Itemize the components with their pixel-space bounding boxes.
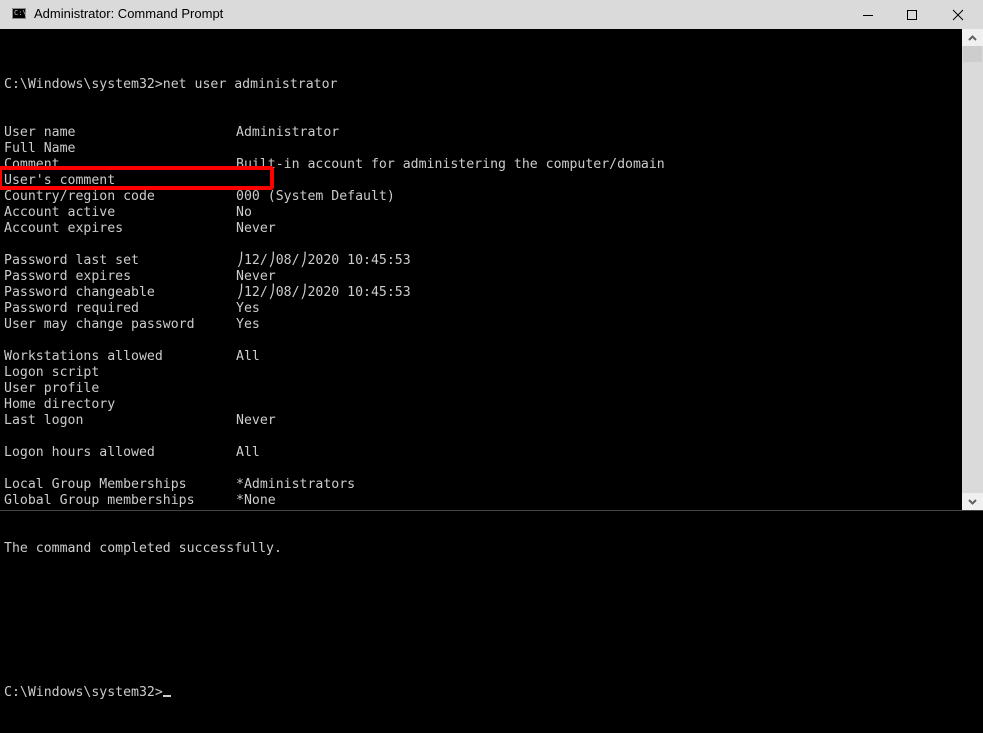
row-label: Password last set xyxy=(4,253,139,268)
row-label: Last logon xyxy=(4,413,84,428)
output-row: User may change password Yes xyxy=(4,317,665,333)
row-label: Password expires xyxy=(4,269,132,284)
output-row: Local Group Memberships *Administrators xyxy=(4,477,665,493)
row-label: Logon hours allowed xyxy=(4,445,155,460)
chevron-up-icon xyxy=(968,34,977,41)
output-row: Password expires Never xyxy=(4,269,665,285)
prompt-line[interactable]: C:\Windows\system32> xyxy=(4,685,665,701)
text-cursor xyxy=(162,695,171,697)
row-label: Workstations allowed xyxy=(4,349,163,364)
title-bar[interactable]: C:\ Administrator: Command Prompt xyxy=(0,0,983,29)
output-row: Global Group memberships *None xyxy=(4,493,665,509)
row-value: No xyxy=(236,205,252,220)
row-value: Yes xyxy=(236,317,260,332)
row-value: Never xyxy=(236,221,276,236)
output-row: Password last set ⎠12/⎠08/⎠2020 10:45:53 xyxy=(4,253,665,269)
row-label: User may change password xyxy=(4,317,195,332)
row-value: Never xyxy=(236,269,276,284)
command-line: C:\Windows\system32>net user administrat… xyxy=(4,77,338,92)
output-row: Last logon Never xyxy=(4,413,665,429)
output-row: Logon hours allowed All xyxy=(4,445,665,461)
row-value: Yes xyxy=(236,301,260,316)
close-icon xyxy=(952,9,964,20)
output-row xyxy=(4,461,665,477)
row-value: Never xyxy=(236,413,276,428)
output-row: Workstations allowed All xyxy=(4,349,665,365)
row-label: Account expires xyxy=(4,221,124,236)
scroll-up-button[interactable] xyxy=(962,29,983,46)
output-row: User profile xyxy=(4,381,665,397)
chevron-down-icon xyxy=(968,498,977,505)
scrollbar-track[interactable] xyxy=(962,46,983,493)
maximize-button[interactable] xyxy=(889,0,935,29)
output-row: Full Name xyxy=(4,141,665,157)
minimize-icon xyxy=(863,14,873,16)
output-row: User name Administrator xyxy=(4,125,665,141)
row-label: Full Name xyxy=(4,141,76,156)
minimize-button[interactable] xyxy=(845,0,891,29)
output-row xyxy=(4,333,665,349)
cmd-app-icon[interactable]: C:\ xyxy=(12,8,27,19)
completion-message: The command completed successfully. xyxy=(4,541,282,556)
row-value: *None xyxy=(236,493,276,508)
row-value: ⎠12/⎠08/⎠2020 10:45:53 xyxy=(236,285,411,300)
row-label: Local Group Memberships xyxy=(4,477,187,492)
maximize-icon xyxy=(907,9,917,20)
account-active-highlight xyxy=(0,166,274,190)
output-row: Home directory xyxy=(4,397,665,413)
console-output[interactable]: C:\Windows\system32>net user administrat… xyxy=(0,29,962,700)
row-label: Global Group memberships xyxy=(4,493,195,508)
prompt: C:\Windows\system32> xyxy=(4,685,163,700)
close-button[interactable] xyxy=(935,0,981,29)
row-value: 000 (System Default) xyxy=(236,189,395,204)
row-value: All xyxy=(236,445,260,460)
row-label: User name xyxy=(4,125,76,140)
row-label: Account active xyxy=(4,205,116,220)
row-label: Password changeable xyxy=(4,285,155,300)
row-value: Built-in account for administering the c… xyxy=(236,157,665,172)
row-label: Country/region code xyxy=(4,189,155,204)
row-value: ⎠12/⎠08/⎠2020 10:45:53 xyxy=(236,253,411,268)
output-row: Account active No xyxy=(4,205,665,221)
console-text: C:\Windows\system32>net user administrat… xyxy=(4,45,665,733)
row-label: Logon script xyxy=(4,365,100,380)
row-value: All xyxy=(236,349,260,364)
window-title: Administrator: Command Prompt xyxy=(34,6,224,21)
output-row: Logon script xyxy=(4,365,665,381)
output-row: Country/region code 000 (System Default) xyxy=(4,189,665,205)
scrollbar-thumb[interactable] xyxy=(963,46,982,62)
row-label: Home directory xyxy=(4,397,116,412)
row-label: Password required xyxy=(4,301,139,316)
row-value: Administrator xyxy=(236,125,340,140)
row-label: User profile xyxy=(4,381,100,396)
row-value: *Administrators xyxy=(236,477,356,492)
output-row: Account expires Never xyxy=(4,221,665,237)
output-row xyxy=(4,237,665,253)
scroll-down-button[interactable] xyxy=(962,493,983,510)
output-row xyxy=(4,429,665,445)
output-row: Password changeable ⎠12/⎠08/⎠2020 10:45:5… xyxy=(4,285,665,301)
output-row: Password required Yes xyxy=(4,301,665,317)
vertical-scrollbar[interactable] xyxy=(962,29,983,510)
